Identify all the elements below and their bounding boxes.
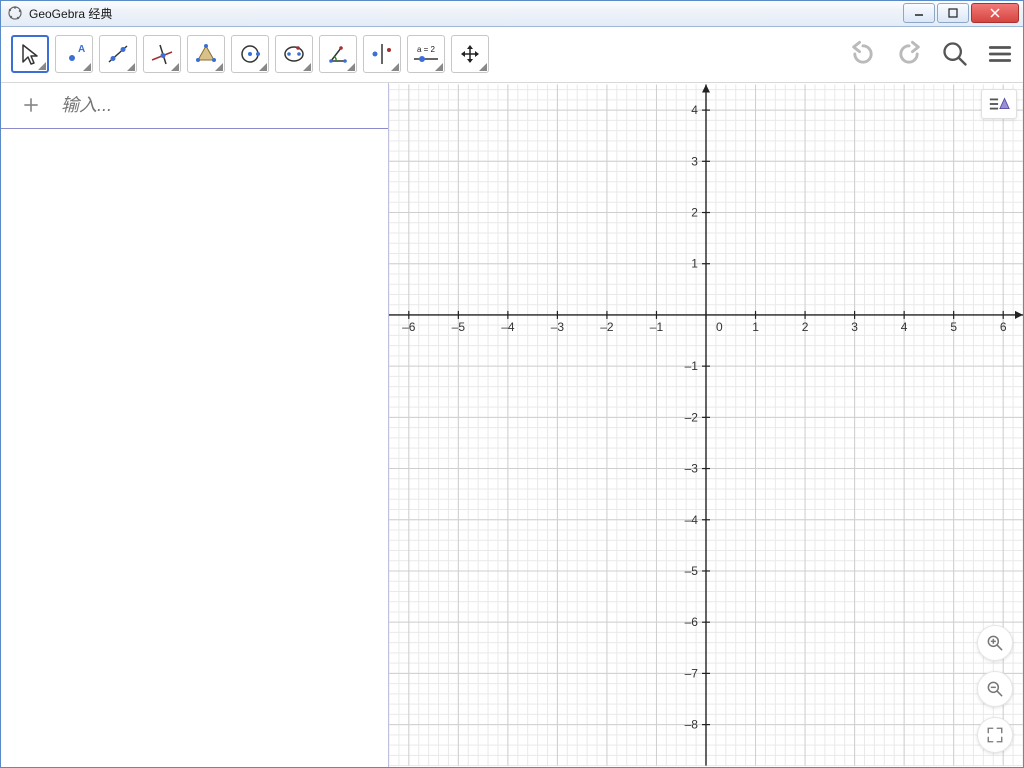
- svg-text:–8: –8: [685, 718, 699, 732]
- svg-text:6: 6: [1000, 320, 1007, 334]
- style-bar-toggle[interactable]: [981, 89, 1017, 119]
- svg-text:A: A: [78, 44, 85, 55]
- dropdown-icon: [171, 63, 179, 71]
- move-tool[interactable]: [11, 35, 49, 73]
- svg-text:2: 2: [802, 320, 809, 334]
- svg-text:–5: –5: [452, 320, 466, 334]
- maximize-button[interactable]: [937, 3, 969, 23]
- menu-button[interactable]: [987, 41, 1013, 67]
- graphics-view[interactable]: –6 –5 –4 –3 –2 –1 1 2 3 4 5 6 0 4 3 2 1 –1 –2 –3 –4 –5 –6 –7 –8: [389, 83, 1023, 767]
- minimize-button[interactable]: [903, 3, 935, 23]
- undo-button[interactable]: [849, 40, 877, 68]
- move-view-tool[interactable]: [451, 35, 489, 73]
- svg-text:3: 3: [851, 320, 858, 334]
- svg-text:–2: –2: [600, 320, 614, 334]
- svg-text:–5: –5: [685, 564, 699, 578]
- svg-text:–1: –1: [685, 359, 699, 373]
- dropdown-icon: [259, 63, 267, 71]
- svg-text:–2: –2: [685, 410, 699, 424]
- svg-text:–4: –4: [501, 320, 515, 334]
- svg-text:2: 2: [691, 205, 698, 219]
- dropdown-icon: [303, 63, 311, 71]
- algebra-input-field[interactable]: [61, 95, 388, 116]
- polygon-tool[interactable]: [187, 35, 225, 73]
- redo-button[interactable]: [895, 40, 923, 68]
- add-button[interactable]: [1, 95, 61, 115]
- svg-text:0: 0: [716, 320, 723, 334]
- main: –6 –5 –4 –3 –2 –1 1 2 3 4 5 6 0 4 3 2 1 –1 –2 –3 –4 –5 –6 –7 –8: [1, 83, 1023, 767]
- toolbar: A: [1, 27, 1023, 83]
- svg-text:–3: –3: [685, 462, 699, 476]
- svg-text:–1: –1: [650, 320, 664, 334]
- point-tool[interactable]: A: [55, 35, 93, 73]
- input-row: [1, 83, 388, 129]
- fullscreen-button[interactable]: [977, 717, 1013, 753]
- svg-text:–4: –4: [685, 513, 699, 527]
- svg-text:–3: –3: [551, 320, 565, 334]
- svg-text:–6: –6: [402, 320, 416, 334]
- perpendicular-tool[interactable]: [143, 35, 181, 73]
- svg-text:4: 4: [901, 320, 908, 334]
- page: A: [1, 27, 1023, 767]
- line-tool[interactable]: [99, 35, 137, 73]
- titlebar[interactable]: GeoGebra 经典: [1, 1, 1023, 27]
- svg-text:a = 2: a = 2: [417, 45, 436, 54]
- window-title: GeoGebra 经典: [29, 5, 901, 22]
- svg-text:1: 1: [691, 257, 698, 271]
- dropdown-icon: [215, 63, 223, 71]
- dropdown-icon: [127, 63, 135, 71]
- search-button[interactable]: [941, 40, 969, 68]
- angle-tool[interactable]: [319, 35, 357, 73]
- circle-tool[interactable]: [231, 35, 269, 73]
- toolbar-right: [849, 40, 1013, 68]
- dropdown-icon: [83, 63, 91, 71]
- window-controls: [901, 3, 1019, 23]
- zoom-out-button[interactable]: [977, 671, 1013, 707]
- app-icon: [7, 5, 23, 21]
- dropdown-icon: [435, 63, 443, 71]
- svg-text:5: 5: [950, 320, 957, 334]
- svg-text:–6: –6: [685, 615, 699, 629]
- dropdown-icon: [38, 62, 46, 70]
- svg-text:3: 3: [691, 154, 698, 168]
- dropdown-icon: [391, 63, 399, 71]
- app-window: GeoGebra 经典 A: [0, 0, 1024, 768]
- algebra-input[interactable]: [61, 95, 388, 116]
- coordinate-grid[interactable]: –6 –5 –4 –3 –2 –1 1 2 3 4 5 6 0 4 3 2 1 –1 –2 –3 –4 –5 –6 –7 –8: [389, 83, 1023, 767]
- zoom-in-button[interactable]: [977, 625, 1013, 661]
- zoom-controls: [977, 625, 1013, 753]
- dropdown-icon: [479, 63, 487, 71]
- dropdown-icon: [347, 63, 355, 71]
- ellipse-tool[interactable]: [275, 35, 313, 73]
- close-button[interactable]: [971, 3, 1019, 23]
- reflect-tool[interactable]: [363, 35, 401, 73]
- svg-text:4: 4: [691, 103, 698, 117]
- svg-text:1: 1: [752, 320, 759, 334]
- algebra-view: [1, 83, 389, 767]
- slider-tool[interactable]: a = 2: [407, 35, 445, 73]
- svg-text:–7: –7: [685, 666, 699, 680]
